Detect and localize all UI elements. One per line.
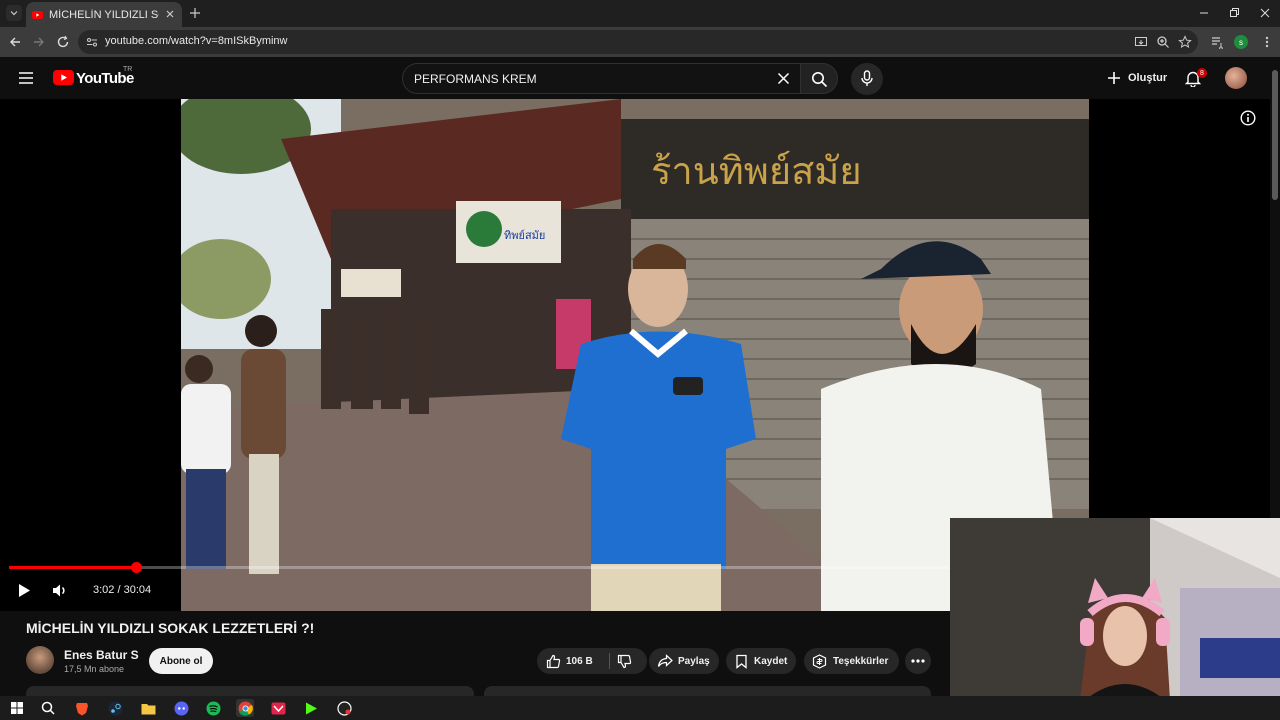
- spotify-icon: [206, 701, 220, 715]
- clear-search-icon[interactable]: [777, 72, 790, 85]
- taskbar-app-media[interactable]: [269, 699, 287, 717]
- thumbs-down-icon: [617, 654, 632, 668]
- taskbar-app-chrome[interactable]: [236, 699, 254, 717]
- webcam-overlay: [950, 518, 1280, 700]
- subscribe-button[interactable]: Abone ol: [149, 648, 213, 674]
- minimize-icon[interactable]: [1198, 7, 1210, 19]
- like-divider: [609, 653, 610, 669]
- browser-toolbar: youtube.com/watch?v=8mISkByminw: [0, 27, 1280, 57]
- time-display: 3:02 / 30:04: [93, 584, 152, 596]
- account-avatar[interactable]: [1225, 67, 1247, 89]
- folder-icon: [141, 703, 155, 714]
- save-label: Kaydet: [754, 655, 788, 667]
- person-white-shirt: [181, 355, 231, 569]
- create-plus-icon[interactable]: [1107, 71, 1121, 85]
- browser-tab-active[interactable]: MİCHELİN YILDIZLI SOKAK LEZZ: [26, 2, 182, 27]
- voice-search-button[interactable]: [851, 63, 883, 95]
- description-panel[interactable]: [26, 686, 474, 696]
- windows-icon: [11, 702, 23, 714]
- create-button[interactable]: Oluştur: [1128, 72, 1167, 84]
- taskbar-app-explorer[interactable]: [139, 699, 157, 717]
- like-count: 106 B: [566, 655, 593, 667]
- youtube-favicon-icon: [32, 10, 43, 19]
- address-bar[interactable]: youtube.com/watch?v=8mISkByminw: [78, 30, 1198, 54]
- install-app-icon[interactable]: [1134, 35, 1148, 49]
- tab-title: MİCHELİN YILDIZLI SOKAK LEZZ: [49, 8, 159, 21]
- region-code: TR: [123, 66, 133, 73]
- progress-scrubber[interactable]: [131, 562, 142, 573]
- start-button[interactable]: [8, 699, 26, 717]
- zoom-icon[interactable]: [1156, 35, 1170, 49]
- channel-name[interactable]: Enes Batur S: [64, 648, 139, 662]
- like-button[interactable]: 106 B: [537, 648, 607, 674]
- bookmark-icon: [736, 654, 747, 669]
- profile-avatar[interactable]: s: [1234, 35, 1248, 49]
- video-title: MİCHELİN YILDIZLI SOKAK LEZZETLERİ ?!: [26, 620, 315, 636]
- search-icon: [812, 72, 828, 88]
- search-button[interactable]: [800, 63, 838, 94]
- info-icon[interactable]: [1240, 110, 1256, 126]
- reload-icon[interactable]: [56, 35, 70, 49]
- tab-list-button[interactable]: [6, 5, 22, 21]
- chrome-icon: [238, 701, 253, 716]
- taskbar-app-discord[interactable]: [172, 699, 190, 717]
- red-app-icon: [271, 702, 285, 714]
- discord-icon: [174, 701, 188, 715]
- thanks-label: Teşekkürler: [833, 655, 889, 667]
- channel-avatar[interactable]: [26, 646, 54, 674]
- brave-icon: [76, 702, 88, 715]
- url-text: youtube.com/watch?v=8mISkByminw: [105, 35, 288, 47]
- forward-icon[interactable]: [32, 35, 46, 49]
- site-info-icon[interactable]: [86, 36, 98, 48]
- taskbar-search-button[interactable]: [39, 699, 57, 717]
- taskbar-app-steam[interactable]: [106, 699, 124, 717]
- new-tab-icon[interactable]: [188, 6, 202, 20]
- browser-tab-bar: MİCHELİN YILDIZLI SOKAK LEZZ: [0, 0, 1280, 27]
- subscriber-count: 17,5 Mn abone: [64, 664, 125, 674]
- search-icon: [41, 701, 55, 715]
- recording-app-icon: [336, 700, 352, 716]
- like-dislike-group: 106 B: [537, 648, 647, 674]
- bookmark-star-icon[interactable]: [1178, 35, 1192, 49]
- microphone-icon: [861, 70, 873, 86]
- share-button[interactable]: Paylaş: [649, 648, 719, 674]
- super-thanks-icon: [812, 653, 827, 669]
- back-icon[interactable]: [8, 35, 22, 49]
- more-actions-button[interactable]: [905, 648, 931, 674]
- share-label: Paylaş: [678, 655, 710, 667]
- progress-bar[interactable]: [9, 566, 949, 569]
- dislike-button[interactable]: [613, 648, 647, 674]
- play-app-icon: [305, 702, 317, 714]
- taskbar-app-brave[interactable]: [73, 699, 91, 717]
- thumbs-up-icon: [546, 654, 561, 668]
- save-button[interactable]: Kaydet: [726, 648, 796, 674]
- chevron-down-icon: [10, 11, 18, 16]
- steam-icon: [108, 701, 122, 715]
- close-window-icon[interactable]: [1259, 7, 1271, 19]
- hamburger-menu-icon[interactable]: [18, 71, 34, 85]
- taskbar-app-kick[interactable]: [302, 699, 320, 717]
- scrollbar-thumb[interactable]: [1272, 70, 1278, 200]
- notification-badge: 8: [1197, 68, 1207, 78]
- play-icon[interactable]: [17, 583, 31, 598]
- shop-sign-text: ทิพย์สมัย: [504, 229, 545, 242]
- windows-taskbar: [0, 696, 1280, 720]
- thai-sign-text: ร้านทิพย์สมัย: [651, 149, 862, 193]
- media-control-icon[interactable]: [1210, 35, 1224, 49]
- search-query-text[interactable]: PERFORMANS KREM: [414, 72, 537, 86]
- progress-played: [9, 566, 136, 569]
- more-dots-icon: [911, 659, 925, 663]
- volume-icon[interactable]: [52, 583, 68, 598]
- restore-icon[interactable]: [1228, 7, 1240, 19]
- chip-bar[interactable]: [484, 686, 931, 696]
- share-icon: [657, 654, 673, 667]
- taskbar-app-spotify[interactable]: [204, 699, 222, 717]
- webcam-image: [950, 518, 1280, 700]
- taskbar-app-obs[interactable]: [335, 699, 353, 717]
- thanks-button[interactable]: Teşekkürler: [804, 648, 899, 674]
- youtube-logo-icon[interactable]: [53, 70, 74, 85]
- menu-dots-icon[interactable]: [1260, 35, 1274, 49]
- close-tab-icon[interactable]: [164, 8, 176, 20]
